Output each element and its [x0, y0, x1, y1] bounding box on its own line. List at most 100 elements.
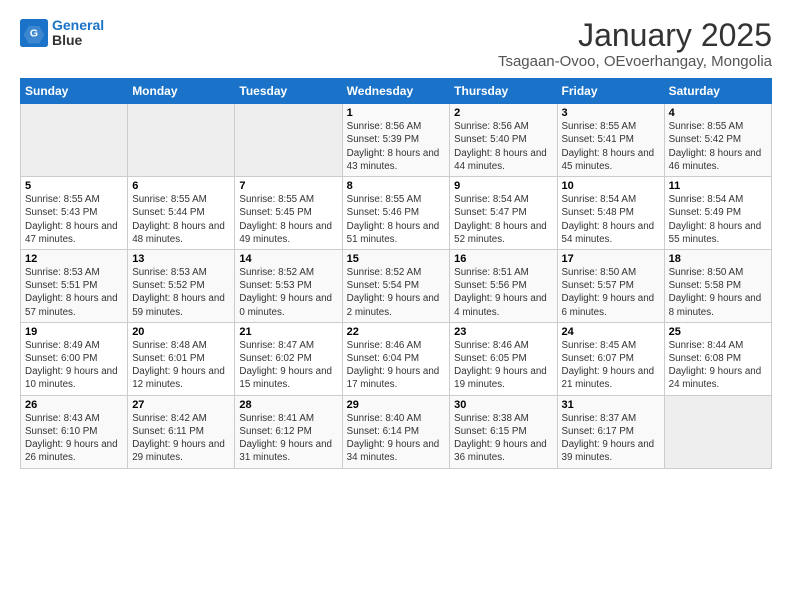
- day-info: Sunrise: 8:42 AMSunset: 6:11 PMDaylight:…: [132, 412, 230, 465]
- table-row: [21, 104, 128, 177]
- day-number: 10: [562, 180, 660, 192]
- day-number: 28: [239, 399, 337, 411]
- day-info: Sunrise: 8:54 AMSunset: 5:48 PMDaylight:…: [562, 193, 660, 246]
- table-row: 3 Sunrise: 8:55 AMSunset: 5:41 PMDayligh…: [557, 104, 664, 177]
- day-number: 1: [347, 107, 446, 119]
- day-info: Sunrise: 8:40 AMSunset: 6:14 PMDaylight:…: [347, 412, 446, 465]
- calendar: Sunday Monday Tuesday Wednesday Thursday…: [20, 78, 772, 468]
- day-info: Sunrise: 8:41 AMSunset: 6:12 PMDaylight:…: [239, 412, 337, 465]
- day-number: 5: [25, 180, 123, 192]
- day-info: Sunrise: 8:53 AMSunset: 5:51 PMDaylight:…: [25, 266, 123, 319]
- day-number: 18: [669, 253, 767, 265]
- calendar-week-row: 5 Sunrise: 8:55 AMSunset: 5:43 PMDayligh…: [21, 177, 772, 250]
- day-number: 8: [347, 180, 446, 192]
- table-row: [235, 104, 342, 177]
- table-row: 24 Sunrise: 8:45 AMSunset: 6:07 PMDaylig…: [557, 322, 664, 395]
- day-number: 3: [562, 107, 660, 119]
- header: G General Blue January 2025 Tsagaan-Ovoo…: [20, 18, 772, 70]
- table-row: 16 Sunrise: 8:51 AMSunset: 5:56 PMDaylig…: [450, 249, 557, 322]
- table-row: 8 Sunrise: 8:55 AMSunset: 5:46 PMDayligh…: [342, 177, 450, 250]
- logo-icon: G: [20, 19, 48, 47]
- day-number: 7: [239, 180, 337, 192]
- table-row: 13 Sunrise: 8:53 AMSunset: 5:52 PMDaylig…: [128, 249, 235, 322]
- calendar-week-row: 26 Sunrise: 8:43 AMSunset: 6:10 PMDaylig…: [21, 395, 772, 468]
- table-row: 4 Sunrise: 8:55 AMSunset: 5:42 PMDayligh…: [664, 104, 771, 177]
- col-thursday: Thursday: [450, 79, 557, 104]
- day-info: Sunrise: 8:37 AMSunset: 6:17 PMDaylight:…: [562, 412, 660, 465]
- day-info: Sunrise: 8:53 AMSunset: 5:52 PMDaylight:…: [132, 266, 230, 319]
- table-row: 26 Sunrise: 8:43 AMSunset: 6:10 PMDaylig…: [21, 395, 128, 468]
- day-info: Sunrise: 8:49 AMSunset: 6:00 PMDaylight:…: [25, 339, 123, 392]
- table-row: 10 Sunrise: 8:54 AMSunset: 5:48 PMDaylig…: [557, 177, 664, 250]
- day-number: 30: [454, 399, 552, 411]
- col-friday: Friday: [557, 79, 664, 104]
- logo-line1: General: [52, 17, 104, 33]
- table-row: 11 Sunrise: 8:54 AMSunset: 5:49 PMDaylig…: [664, 177, 771, 250]
- col-saturday: Saturday: [664, 79, 771, 104]
- day-info: Sunrise: 8:55 AMSunset: 5:43 PMDaylight:…: [25, 193, 123, 246]
- table-row: 28 Sunrise: 8:41 AMSunset: 6:12 PMDaylig…: [235, 395, 342, 468]
- day-info: Sunrise: 8:48 AMSunset: 6:01 PMDaylight:…: [132, 339, 230, 392]
- table-row: 30 Sunrise: 8:38 AMSunset: 6:15 PMDaylig…: [450, 395, 557, 468]
- day-info: Sunrise: 8:52 AMSunset: 5:54 PMDaylight:…: [347, 266, 446, 319]
- table-row: 25 Sunrise: 8:44 AMSunset: 6:08 PMDaylig…: [664, 322, 771, 395]
- col-sunday: Sunday: [21, 79, 128, 104]
- col-tuesday: Tuesday: [235, 79, 342, 104]
- title-block: January 2025 Tsagaan-Ovoo, OEvoerhangay,…: [498, 18, 772, 70]
- svg-text:G: G: [30, 28, 38, 40]
- table-row: 22 Sunrise: 8:46 AMSunset: 6:04 PMDaylig…: [342, 322, 450, 395]
- logo: G General Blue: [20, 18, 104, 49]
- page: G General Blue January 2025 Tsagaan-Ovoo…: [0, 0, 792, 479]
- subtitle: Tsagaan-Ovoo, OEvoerhangay, Mongolia: [498, 53, 772, 70]
- day-number: 21: [239, 326, 337, 338]
- table-row: 20 Sunrise: 8:48 AMSunset: 6:01 PMDaylig…: [128, 322, 235, 395]
- col-wednesday: Wednesday: [342, 79, 450, 104]
- table-row: 15 Sunrise: 8:52 AMSunset: 5:54 PMDaylig…: [342, 249, 450, 322]
- day-info: Sunrise: 8:46 AMSunset: 6:04 PMDaylight:…: [347, 339, 446, 392]
- table-row: 17 Sunrise: 8:50 AMSunset: 5:57 PMDaylig…: [557, 249, 664, 322]
- day-number: 27: [132, 399, 230, 411]
- calendar-week-row: 19 Sunrise: 8:49 AMSunset: 6:00 PMDaylig…: [21, 322, 772, 395]
- day-number: 13: [132, 253, 230, 265]
- table-row: 1 Sunrise: 8:56 AMSunset: 5:39 PMDayligh…: [342, 104, 450, 177]
- day-info: Sunrise: 8:55 AMSunset: 5:46 PMDaylight:…: [347, 193, 446, 246]
- table-row: 23 Sunrise: 8:46 AMSunset: 6:05 PMDaylig…: [450, 322, 557, 395]
- day-info: Sunrise: 8:55 AMSunset: 5:41 PMDaylight:…: [562, 120, 660, 173]
- logo-text: General Blue: [52, 18, 104, 49]
- day-number: 22: [347, 326, 446, 338]
- calendar-week-row: 12 Sunrise: 8:53 AMSunset: 5:51 PMDaylig…: [21, 249, 772, 322]
- table-row: 21 Sunrise: 8:47 AMSunset: 6:02 PMDaylig…: [235, 322, 342, 395]
- table-row: 6 Sunrise: 8:55 AMSunset: 5:44 PMDayligh…: [128, 177, 235, 250]
- day-info: Sunrise: 8:43 AMSunset: 6:10 PMDaylight:…: [25, 412, 123, 465]
- day-number: 17: [562, 253, 660, 265]
- day-number: 11: [669, 180, 767, 192]
- table-row: 5 Sunrise: 8:55 AMSunset: 5:43 PMDayligh…: [21, 177, 128, 250]
- main-title: January 2025: [498, 18, 772, 53]
- calendar-week-row: 1 Sunrise: 8:56 AMSunset: 5:39 PMDayligh…: [21, 104, 772, 177]
- day-number: 24: [562, 326, 660, 338]
- table-row: 9 Sunrise: 8:54 AMSunset: 5:47 PMDayligh…: [450, 177, 557, 250]
- day-number: 12: [25, 253, 123, 265]
- table-row: 2 Sunrise: 8:56 AMSunset: 5:40 PMDayligh…: [450, 104, 557, 177]
- day-info: Sunrise: 8:50 AMSunset: 5:57 PMDaylight:…: [562, 266, 660, 319]
- calendar-header-row: Sunday Monday Tuesday Wednesday Thursday…: [21, 79, 772, 104]
- table-row: 7 Sunrise: 8:55 AMSunset: 5:45 PMDayligh…: [235, 177, 342, 250]
- table-row: 29 Sunrise: 8:40 AMSunset: 6:14 PMDaylig…: [342, 395, 450, 468]
- day-info: Sunrise: 8:55 AMSunset: 5:45 PMDaylight:…: [239, 193, 337, 246]
- day-number: 2: [454, 107, 552, 119]
- day-info: Sunrise: 8:45 AMSunset: 6:07 PMDaylight:…: [562, 339, 660, 392]
- day-number: 4: [669, 107, 767, 119]
- table-row: 18 Sunrise: 8:50 AMSunset: 5:58 PMDaylig…: [664, 249, 771, 322]
- day-info: Sunrise: 8:56 AMSunset: 5:39 PMDaylight:…: [347, 120, 446, 173]
- day-info: Sunrise: 8:51 AMSunset: 5:56 PMDaylight:…: [454, 266, 552, 319]
- day-number: 19: [25, 326, 123, 338]
- day-info: Sunrise: 8:52 AMSunset: 5:53 PMDaylight:…: [239, 266, 337, 319]
- day-info: Sunrise: 8:50 AMSunset: 5:58 PMDaylight:…: [669, 266, 767, 319]
- table-row: [128, 104, 235, 177]
- day-number: 15: [347, 253, 446, 265]
- day-info: Sunrise: 8:47 AMSunset: 6:02 PMDaylight:…: [239, 339, 337, 392]
- col-monday: Monday: [128, 79, 235, 104]
- day-info: Sunrise: 8:54 AMSunset: 5:49 PMDaylight:…: [669, 193, 767, 246]
- day-number: 9: [454, 180, 552, 192]
- day-info: Sunrise: 8:55 AMSunset: 5:42 PMDaylight:…: [669, 120, 767, 173]
